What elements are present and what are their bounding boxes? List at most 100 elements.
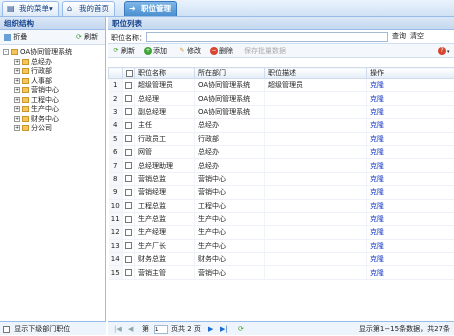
table-row[interactable]: 2总经理OA协同管理系统克隆 <box>109 92 454 105</box>
collapse-button[interactable]: 折叠 <box>4 32 27 43</box>
tree-node[interactable]: -OA协同管理系统 <box>3 48 105 58</box>
clone-link-text[interactable]: 克隆 <box>370 148 384 156</box>
row-checkbox[interactable] <box>123 105 135 118</box>
clone-link-text[interactable]: 克隆 <box>370 95 384 103</box>
row-checkbox[interactable] <box>123 119 135 132</box>
edit-button[interactable]: ✎修改 <box>178 46 201 56</box>
clone-link[interactable]: 克隆 <box>367 239 454 252</box>
expander-icon[interactable]: + <box>14 68 20 74</box>
tree-node[interactable]: +工程中心 <box>3 96 105 106</box>
clone-link-text[interactable]: 克隆 <box>370 269 384 277</box>
row-checkbox[interactable] <box>123 199 135 212</box>
tree-node[interactable]: +营销中心 <box>3 86 105 96</box>
clone-link[interactable]: 克隆 <box>367 253 454 266</box>
clone-link[interactable]: 克隆 <box>367 266 454 279</box>
tree-node[interactable]: +行政部 <box>3 67 105 77</box>
page-number-input[interactable] <box>154 325 168 334</box>
clone-link-text[interactable]: 克隆 <box>370 242 384 250</box>
refresh-icon[interactable]: ⟳ <box>238 322 244 336</box>
tree-node[interactable]: +财务中心 <box>3 115 105 125</box>
row-checkbox[interactable] <box>123 253 135 266</box>
clone-link-text[interactable]: 克隆 <box>370 135 384 143</box>
table-row[interactable]: 9营销经理营销中心克隆 <box>109 186 454 199</box>
row-checkbox[interactable] <box>123 145 135 158</box>
table-row[interactable]: 8营销总监营销中心克隆 <box>109 172 454 185</box>
expander-icon[interactable]: + <box>14 97 20 103</box>
table-row[interactable]: 1超级管理员OA协同管理系统超级管理员克隆 <box>109 79 454 92</box>
clone-link[interactable]: 克隆 <box>367 172 454 185</box>
row-checkbox[interactable] <box>123 266 135 279</box>
table-row[interactable]: 15营销主管营销中心克隆 <box>109 266 454 279</box>
table-row[interactable]: 10工程总监工程中心克隆 <box>109 199 454 212</box>
row-checkbox[interactable] <box>123 172 135 185</box>
clone-link[interactable]: 克隆 <box>367 105 454 118</box>
clone-link-text[interactable]: 克隆 <box>370 108 384 116</box>
col-header-op[interactable]: 操作 <box>367 68 454 79</box>
tree-node[interactable]: +人事部 <box>3 77 105 87</box>
expander-icon[interactable]: - <box>3 49 9 55</box>
row-checkbox[interactable] <box>123 159 135 172</box>
refresh-button[interactable]: ⟳刷新 <box>112 46 135 56</box>
table-row[interactable]: 4主任总经办克隆 <box>109 119 454 132</box>
table-row[interactable]: 6网管总经办克隆 <box>109 145 454 158</box>
table-row[interactable]: 3副总经理OA协同管理系统克隆 <box>109 105 454 118</box>
col-header-name[interactable]: 职位名称 <box>135 68 195 79</box>
row-checkbox[interactable] <box>123 132 135 145</box>
table-row[interactable]: 13生产厂长生产中心克隆 <box>109 239 454 252</box>
clone-link-text[interactable]: 克隆 <box>370 175 384 183</box>
save-batch-button[interactable]: 保存批量数据 <box>244 46 286 56</box>
clone-link-text[interactable]: 克隆 <box>370 188 384 196</box>
table-row[interactable]: 5行政员工行政部克隆 <box>109 132 454 145</box>
tree-node[interactable]: +总经办 <box>3 58 105 68</box>
prev-page-icon[interactable]: ◀ <box>128 322 133 336</box>
tree-node[interactable]: +生产中心 <box>3 105 105 115</box>
expander-icon[interactable]: + <box>14 78 20 84</box>
row-checkbox[interactable] <box>123 226 135 239</box>
clone-link[interactable]: 克隆 <box>367 79 454 92</box>
query-button[interactable]: 查询 <box>392 32 406 42</box>
clear-button[interactable]: 清空 <box>410 32 424 42</box>
clone-link[interactable]: 克隆 <box>367 186 454 199</box>
tab-my-menu[interactable]: ▤ 我的菜单▾ <box>2 1 59 16</box>
clone-link-text[interactable]: 克隆 <box>370 202 384 210</box>
tree-refresh-button[interactable]: ⟳ 刷新 <box>76 32 98 43</box>
tree-node[interactable]: +分公司 <box>3 124 105 134</box>
clone-link-text[interactable]: 克隆 <box>370 81 384 89</box>
table-row[interactable]: 12生产经理生产中心克隆 <box>109 226 454 239</box>
last-page-icon[interactable]: ▶| <box>220 322 228 336</box>
col-header-desc[interactable]: 职位描述 <box>265 68 367 79</box>
clone-link[interactable]: 克隆 <box>367 119 454 132</box>
row-checkbox[interactable] <box>123 212 135 225</box>
expander-icon[interactable]: + <box>14 116 20 122</box>
clone-link-text[interactable]: 克隆 <box>370 255 384 263</box>
row-checkbox[interactable] <box>123 239 135 252</box>
delete-button[interactable]: −删除 <box>210 46 233 56</box>
clone-link[interactable]: 克隆 <box>367 226 454 239</box>
checkbox[interactable] <box>3 326 10 333</box>
clone-link-text[interactable]: 克隆 <box>370 228 384 236</box>
clone-link[interactable]: 克隆 <box>367 132 454 145</box>
clone-link[interactable]: 克隆 <box>367 159 454 172</box>
clone-link-text[interactable]: 克隆 <box>370 162 384 170</box>
next-page-icon[interactable]: ▶ <box>208 322 213 336</box>
tab-home[interactable]: ⌂ 我的首页 <box>62 1 115 16</box>
expander-icon[interactable]: + <box>14 106 20 112</box>
clone-link-text[interactable]: 克隆 <box>370 215 384 223</box>
show-sub-dept-option[interactable]: 显示下级部门职位 <box>0 321 106 335</box>
tab-position-management[interactable]: ➜ 职位管理 <box>124 1 177 16</box>
clone-link[interactable]: 克隆 <box>367 199 454 212</box>
add-button[interactable]: +添加 <box>144 46 167 56</box>
table-row[interactable]: 14财务总监财务中心克隆 <box>109 253 454 266</box>
clone-link[interactable]: 克隆 <box>367 92 454 105</box>
expander-icon[interactable]: + <box>14 59 20 65</box>
table-row[interactable]: 7总经理助理总经办克隆 <box>109 159 454 172</box>
clone-link[interactable]: 克隆 <box>367 212 454 225</box>
select-all-checkbox[interactable] <box>123 68 135 79</box>
col-header-dept[interactable]: 所在部门 <box>195 68 265 79</box>
row-checkbox[interactable] <box>123 92 135 105</box>
position-name-input[interactable] <box>146 32 388 42</box>
table-row[interactable]: 11生产总监生产中心克隆 <box>109 212 454 225</box>
help-button[interactable]: ?▾ <box>438 46 450 56</box>
expander-icon[interactable]: + <box>14 87 20 93</box>
clone-link-text[interactable]: 克隆 <box>370 121 384 129</box>
